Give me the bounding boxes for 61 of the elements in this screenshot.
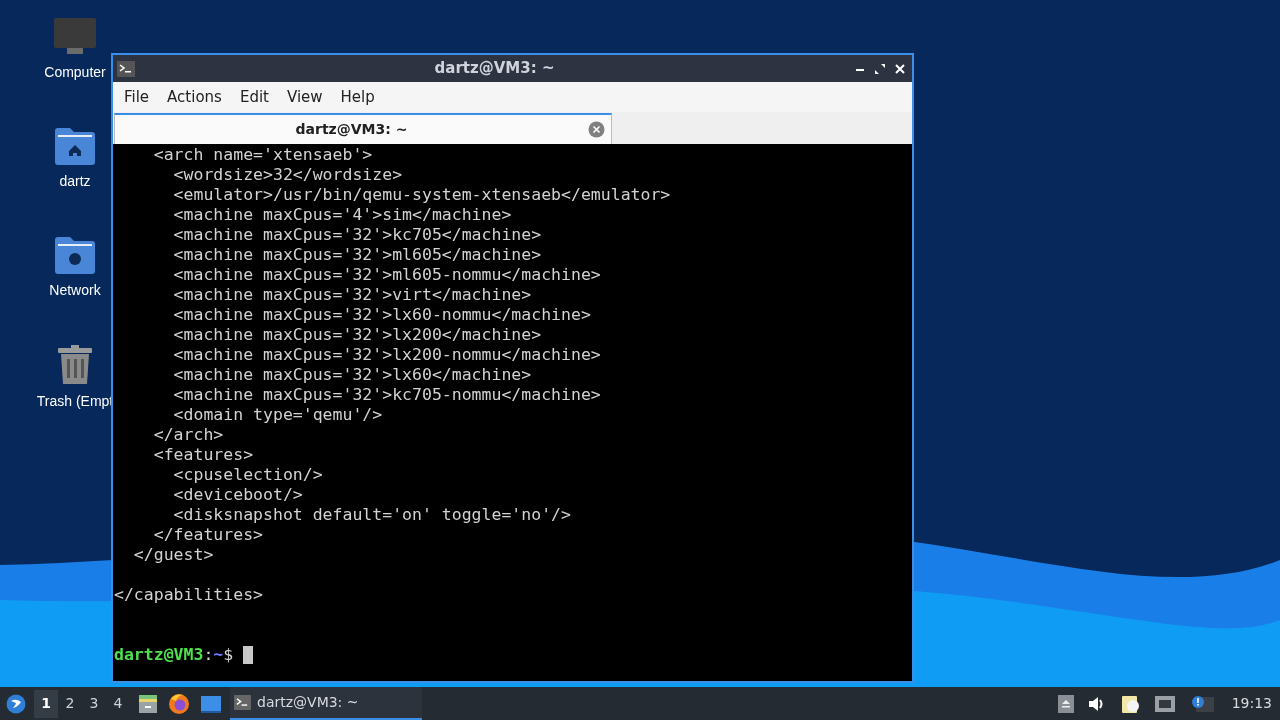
terminal-line: <machine maxCpus='32'>lx200</machine> bbox=[172, 325, 542, 345]
terminal-line: <machine maxCpus='32'>ml605-nommu</machine> bbox=[172, 265, 601, 285]
terminal-icon bbox=[117, 60, 135, 77]
monitor-icon bbox=[53, 18, 97, 56]
desktop-icon-label[interactable]: dartz bbox=[59, 171, 91, 192]
workspace-button[interactable]: 3 bbox=[82, 689, 106, 718]
text-cursor bbox=[243, 646, 254, 664]
tab-close-icon[interactable] bbox=[588, 121, 605, 138]
prompt-separator: : bbox=[203, 645, 214, 665]
workspace-button[interactable]: 1 bbox=[34, 689, 58, 718]
trash-icon bbox=[57, 345, 93, 385]
terminal-line: <machine maxCpus='32'>lx200-nommu</machine> bbox=[172, 345, 601, 365]
prompt-user-host: dartz@VM3 bbox=[114, 645, 204, 665]
terminal-line: <machine maxCpus='32'>virt</machine> bbox=[172, 285, 532, 305]
network-folder-icon bbox=[54, 236, 96, 274]
clock[interactable]: 19:13 bbox=[1231, 693, 1272, 714]
terminal-line: </guest> bbox=[132, 545, 214, 565]
notification-icon[interactable] bbox=[1189, 694, 1214, 713]
menu-item[interactable]: Actions bbox=[158, 85, 231, 109]
menu-item[interactable]: View bbox=[277, 85, 332, 109]
clipboard-icon[interactable] bbox=[1119, 693, 1140, 714]
terminal-line: <emulator>/usr/bin/qemu-system-xtensaeb</emulator> bbox=[172, 185, 671, 205]
terminal-line: <arch name='xtensaeb'> bbox=[152, 145, 373, 165]
terminal-line: <machine maxCpus='32'>ml605</machine> bbox=[172, 245, 542, 265]
maximize-icon[interactable] bbox=[874, 62, 886, 75]
network-icon[interactable] bbox=[1153, 694, 1176, 713]
desktop-icon-label[interactable]: Network bbox=[49, 280, 101, 301]
browser-icon[interactable] bbox=[168, 692, 190, 715]
eject-icon[interactable] bbox=[1057, 694, 1074, 713]
menu-item[interactable]: Help bbox=[331, 85, 384, 109]
terminal-line: </capabilities> bbox=[114, 585, 263, 605]
close-icon[interactable] bbox=[894, 62, 906, 75]
app-menu-icon[interactable] bbox=[6, 693, 26, 714]
taskbar-task[interactable]: dartz@VM3: ~ bbox=[230, 687, 422, 720]
terminal-icon bbox=[234, 695, 251, 710]
prompt-path: ~ bbox=[213, 645, 224, 665]
menu-item[interactable]: Edit bbox=[230, 85, 278, 109]
workspace-button[interactable]: 2 bbox=[58, 689, 82, 718]
terminal-line: <domain type='qemu'/> bbox=[172, 405, 383, 425]
terminal-line: <cpuselection/> bbox=[172, 465, 323, 485]
terminal-line: <disksnapshot default='on' toggle='no'/> bbox=[172, 505, 571, 525]
prompt-symbol: $ bbox=[223, 645, 234, 665]
terminal-line: <machine maxCpus='32'>kc705</machine> bbox=[172, 225, 542, 245]
terminal-line: <wordsize>32</wordsize> bbox=[172, 165, 403, 185]
terminal-line: </arch> bbox=[152, 425, 224, 445]
desktop-icon[interactable] bbox=[200, 693, 222, 714]
terminal-line: </features> bbox=[152, 525, 263, 545]
home-folder-icon bbox=[54, 127, 96, 165]
terminal-line: <machine maxCpus='4'>sim</machine> bbox=[172, 205, 512, 225]
terminal-area[interactable] bbox=[113, 144, 912, 681]
menu-item[interactable]: File bbox=[115, 85, 159, 109]
workspace-button[interactable]: 4 bbox=[106, 689, 130, 718]
terminal-tab[interactable]: dartz@VM3: ~ bbox=[114, 113, 612, 144]
terminal-line: <features> bbox=[152, 445, 254, 465]
file-cabinet-icon[interactable] bbox=[138, 693, 158, 714]
terminal-line: <machine maxCpus='32'>lx60-nommu</machine> bbox=[172, 305, 591, 325]
terminal-line: <machine maxCpus='32'>kc705-nommu</machine> bbox=[172, 385, 601, 405]
desktop-icon-label[interactable]: Computer bbox=[44, 62, 106, 83]
window-title: dartz@VM3: ~ bbox=[434, 58, 555, 80]
terminal-line: <deviceboot/> bbox=[172, 485, 303, 505]
terminal-line: <machine maxCpus='32'>lx60</machine> bbox=[172, 365, 532, 385]
